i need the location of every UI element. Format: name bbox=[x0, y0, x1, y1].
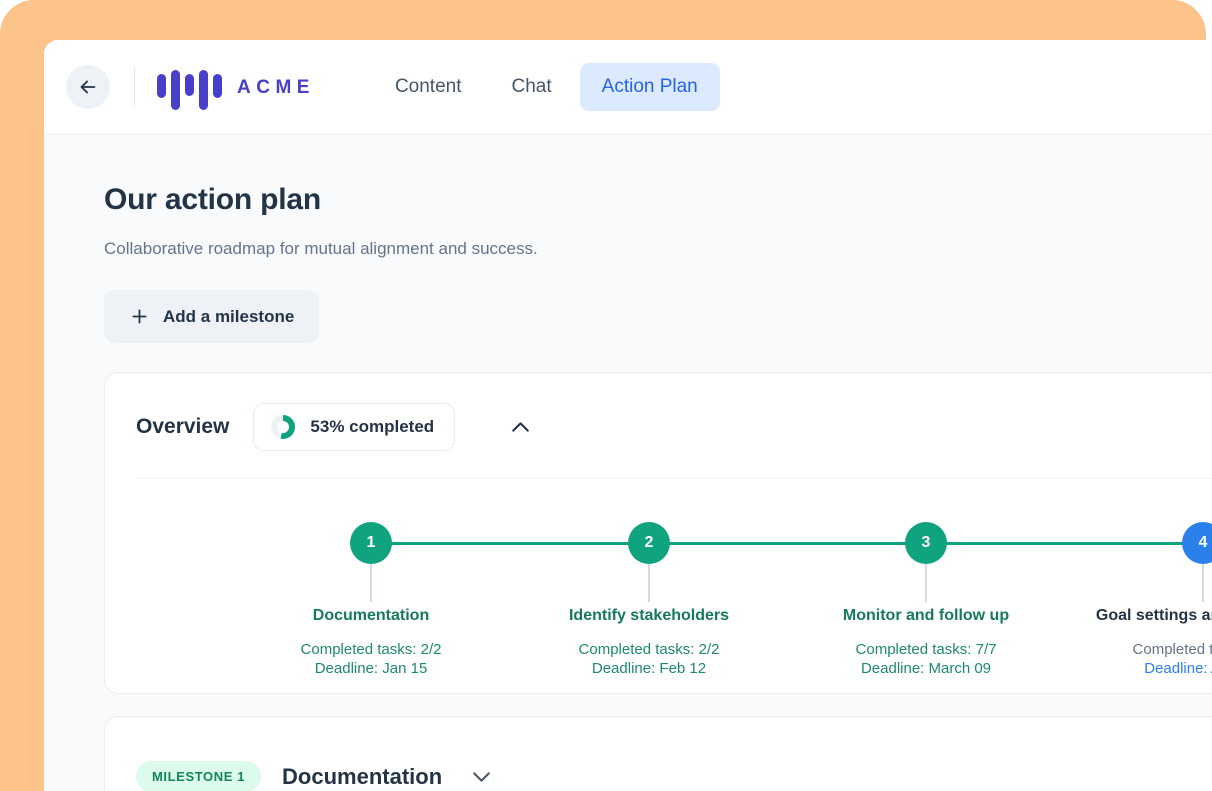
add-milestone-label: Add a milestone bbox=[163, 307, 294, 327]
timeline-node-deadline: Deadline: Jan 15 bbox=[211, 660, 531, 677]
progress-badge: 53% completed bbox=[253, 403, 455, 451]
overview-divider bbox=[136, 478, 1212, 479]
back-arrow-icon bbox=[77, 76, 99, 98]
timeline-node-deadline: Deadline: April 29 bbox=[1043, 660, 1212, 677]
overview-card: Overview 53% completed bbox=[104, 372, 1212, 694]
page-title: Our action plan bbox=[104, 183, 1212, 217]
timeline-node-tasks: Completed tasks: 2/2 bbox=[489, 641, 809, 658]
timeline-node-stem bbox=[370, 564, 372, 602]
brand-name: ACME bbox=[237, 78, 315, 97]
timeline-node-tasks: Completed tasks: 3/6 bbox=[1043, 641, 1212, 658]
progress-label: 53% completed bbox=[310, 417, 434, 437]
milestone-badge: MILESTONE 1 bbox=[136, 761, 261, 791]
timeline-node-info: Monitor and follow up Completed tasks: 7… bbox=[766, 607, 1086, 677]
app-window: ACME Content Chat Action Plan Our action… bbox=[44, 40, 1212, 791]
add-milestone-button[interactable]: Add a milestone bbox=[104, 290, 319, 343]
chevron-down-icon bbox=[469, 764, 494, 789]
timeline-node-info: Identify stakeholders Completed tasks: 2… bbox=[489, 607, 809, 677]
timeline-node-tasks: Completed tasks: 7/7 bbox=[766, 641, 1086, 658]
page-subtitle: Collaborative roadmap for mutual alignme… bbox=[104, 239, 1212, 259]
timeline-node-title: Monitor and follow up bbox=[766, 607, 1086, 625]
timeline-node-title: Goal settings and alignment bbox=[1043, 607, 1212, 625]
progress-donut-icon bbox=[271, 415, 295, 439]
main-tabs: Content Chat Action Plan bbox=[373, 63, 720, 111]
timeline-node-number[interactable]: 4 bbox=[1182, 522, 1212, 564]
timeline-node-title: Identify stakeholders bbox=[489, 607, 809, 625]
timeline-node-number[interactable]: 1 bbox=[350, 522, 392, 564]
overview-collapse-button[interactable] bbox=[502, 409, 539, 446]
nav-divider bbox=[134, 67, 135, 107]
milestone-title: Documentation bbox=[282, 764, 442, 790]
tab-content[interactable]: Content bbox=[373, 63, 484, 111]
waveform-logo-icon bbox=[157, 64, 222, 110]
brand-logo[interactable]: ACME bbox=[157, 64, 315, 110]
timeline-node-number[interactable]: 2 bbox=[628, 522, 670, 564]
timeline-node-stem bbox=[925, 564, 927, 602]
timeline-node-stem bbox=[648, 564, 650, 602]
timeline-rail-completed bbox=[371, 542, 1203, 545]
timeline-node-info: Documentation Completed tasks: 2/2 Deadl… bbox=[211, 607, 531, 677]
timeline-node-number[interactable]: 3 bbox=[905, 522, 947, 564]
timeline-node-title: Documentation bbox=[211, 607, 531, 625]
tab-action-plan[interactable]: Action Plan bbox=[580, 63, 720, 111]
chevron-up-icon bbox=[508, 415, 533, 440]
tab-chat[interactable]: Chat bbox=[490, 63, 574, 111]
milestone-header[interactable]: MILESTONE 1 Documentation bbox=[105, 717, 1212, 791]
timeline-node-tasks: Completed tasks: 2/2 bbox=[211, 641, 531, 658]
timeline-node-deadline: Deadline: Feb 12 bbox=[489, 660, 809, 677]
milestone-timeline: 1 Documentation Completed tasks: 2/2 Dea… bbox=[105, 497, 1212, 687]
page-content: Our action plan Collaborative roadmap fo… bbox=[44, 135, 1212, 791]
timeline-node-stem bbox=[1202, 564, 1204, 602]
screen: ACME Content Chat Action Plan Our action… bbox=[0, 0, 1212, 791]
milestone-expand-button[interactable] bbox=[463, 760, 500, 791]
overview-header: Overview 53% completed bbox=[105, 373, 1212, 451]
back-button[interactable] bbox=[66, 65, 110, 109]
timeline-node-info: Goal settings and alignment Completed ta… bbox=[1043, 607, 1212, 677]
top-navigation-bar: ACME Content Chat Action Plan bbox=[44, 40, 1212, 135]
plus-icon bbox=[129, 306, 150, 327]
timeline-node-deadline: Deadline: March 09 bbox=[766, 660, 1086, 677]
milestone-card: MILESTONE 1 Documentation bbox=[104, 716, 1212, 791]
overview-title: Overview bbox=[136, 415, 229, 439]
